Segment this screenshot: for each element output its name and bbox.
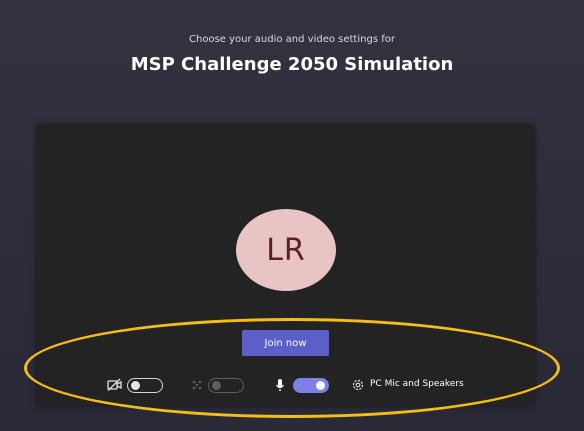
settings-subtitle: Choose your audio and video settings for xyxy=(189,34,395,45)
device-controls: PC Mic and Speakers xyxy=(0,377,584,395)
background-effects-toggle xyxy=(208,378,244,393)
microphone-toggle[interactable] xyxy=(293,378,329,393)
avatar-initials: LR xyxy=(266,232,306,268)
video-off-icon xyxy=(107,377,123,393)
background-toggle-knob xyxy=(212,380,221,390)
gear-icon[interactable] xyxy=(350,377,366,393)
meeting-prejoin-screen: Choose your audio and video settings for… xyxy=(0,0,584,431)
join-now-button[interactable]: Join now xyxy=(242,330,329,356)
camera-toggle-knob xyxy=(131,380,140,390)
avatar: LR xyxy=(236,209,336,291)
microphone-toggle-knob xyxy=(316,380,325,390)
background-effects-icon xyxy=(189,377,205,393)
microphone-icon xyxy=(272,377,288,393)
device-settings-label[interactable]: PC Mic and Speakers xyxy=(370,379,464,389)
meeting-title: MSP Challenge 2050 Simulation xyxy=(130,54,454,75)
camera-toggle[interactable] xyxy=(127,378,163,393)
